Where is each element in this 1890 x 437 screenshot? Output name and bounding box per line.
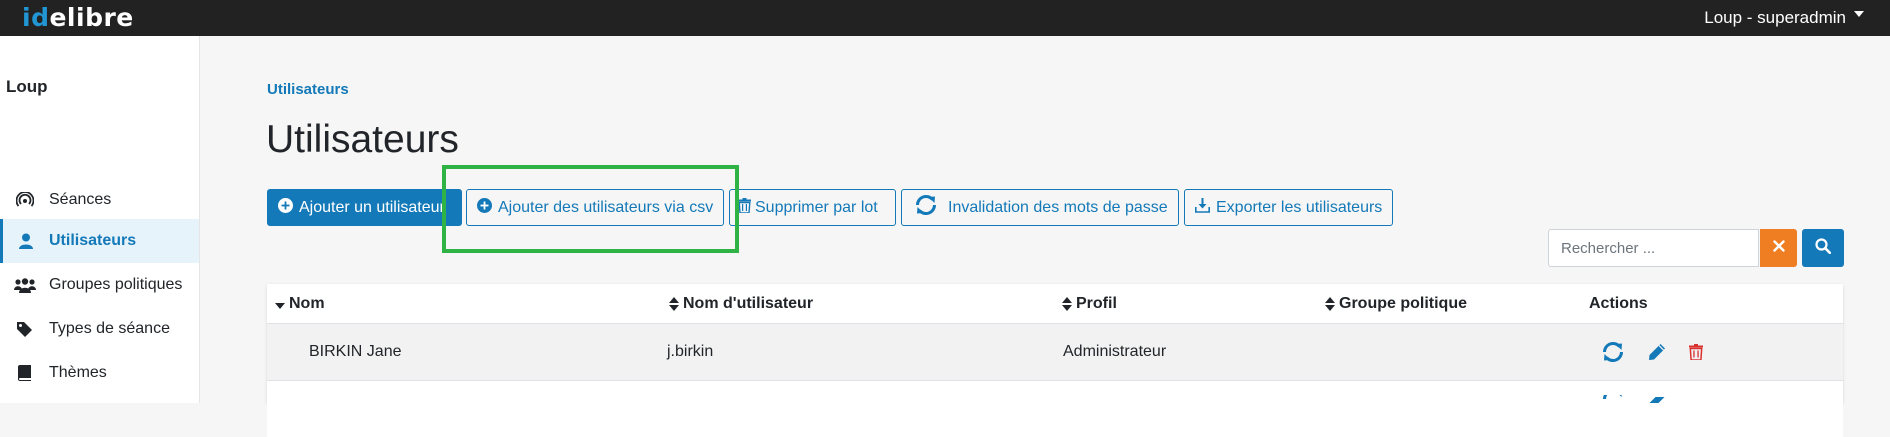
trash-icon[interactable] bbox=[1687, 397, 1705, 403]
table-header: Nom Nom d'utilisateur Profil Groupe poli… bbox=[267, 284, 1843, 324]
trash-icon bbox=[738, 197, 751, 218]
close-icon bbox=[1772, 239, 1785, 257]
delete-batch-button[interactable]: Supprimer par lot bbox=[729, 189, 896, 226]
add-user-label: Ajouter un utilisateur bbox=[299, 198, 445, 216]
search-input[interactable] bbox=[1548, 229, 1759, 267]
pencil-icon[interactable] bbox=[1647, 342, 1667, 362]
column-label: Actions bbox=[1589, 294, 1648, 312]
column-header-actions: Actions bbox=[1589, 284, 1648, 323]
search-button[interactable] bbox=[1802, 229, 1844, 267]
column-header-nom[interactable]: Nom bbox=[275, 284, 325, 323]
column-label: Nom bbox=[289, 294, 325, 312]
trash-icon[interactable] bbox=[1687, 342, 1705, 362]
sort-icon bbox=[1062, 296, 1072, 311]
export-users-button[interactable]: Exporter les utilisateurs bbox=[1184, 189, 1393, 226]
sidebar-item-groupes-politiques[interactable]: Groupes politiques bbox=[0, 263, 199, 307]
table-row bbox=[267, 381, 1843, 437]
pencil-icon[interactable] bbox=[1647, 397, 1667, 403]
sidebar-item-label: Séances bbox=[49, 191, 112, 208]
sidebar-item-themes[interactable]: Thèmes bbox=[0, 351, 199, 395]
column-header-profil[interactable]: Profil bbox=[1062, 284, 1117, 323]
sync-icon[interactable] bbox=[1601, 395, 1625, 403]
search-icon bbox=[1815, 237, 1832, 259]
sync-icon bbox=[914, 194, 938, 221]
plus-circle-icon bbox=[477, 197, 492, 218]
sidebar-item-label: Utilisateurs bbox=[49, 232, 137, 249]
add-users-csv-button[interactable]: Ajouter des utilisateurs via csv bbox=[466, 189, 724, 226]
sidebar-item-label: Types de séance bbox=[49, 320, 170, 337]
user-menu-dropdown[interactable]: Loup - superadmin bbox=[1704, 0, 1864, 36]
export-users-label: Exporter les utilisateurs bbox=[1216, 198, 1383, 216]
cell-profile: Administrateur bbox=[1063, 343, 1167, 360]
logo-suffix: elibre bbox=[49, 3, 134, 32]
sidebar-item-label: Thèmes bbox=[49, 364, 107, 381]
column-header-username[interactable]: Nom d'utilisateur bbox=[669, 284, 813, 323]
column-label: Profil bbox=[1076, 294, 1117, 312]
users-table: Nom Nom d'utilisateur Profil Groupe poli… bbox=[267, 284, 1843, 437]
table-row: BIRKIN Jane j.birkin Administrateur bbox=[267, 324, 1843, 381]
delete-batch-label: Supprimer par lot bbox=[755, 198, 878, 216]
plus-circle-icon bbox=[278, 197, 293, 218]
column-label: Groupe politique bbox=[1339, 294, 1467, 312]
clear-search-button[interactable] bbox=[1760, 229, 1797, 267]
users-group-icon bbox=[0, 277, 49, 293]
sidebar-item-utilisateurs[interactable]: Utilisateurs bbox=[0, 219, 199, 263]
sync-icon[interactable] bbox=[1601, 340, 1625, 364]
column-label: Nom d'utilisateur bbox=[683, 294, 814, 312]
logo-prefix: id bbox=[22, 3, 50, 32]
tag-icon bbox=[0, 321, 49, 337]
cell-username: j.birkin bbox=[667, 343, 714, 360]
sidebar-item-label: Groupes politiques bbox=[49, 276, 183, 293]
sidebar-title: Loup bbox=[6, 77, 48, 96]
top-navbar: idelibre Loup - superadmin bbox=[0, 0, 1890, 36]
sidebar-item-seances[interactable]: Séances bbox=[0, 178, 199, 222]
sidebar: Loup Séances Utilisateurs Groupes politi… bbox=[0, 36, 200, 403]
cell-name: BIRKIN Jane bbox=[309, 343, 402, 360]
podcast-icon bbox=[0, 192, 49, 208]
add-users-csv-label: Ajouter des utilisateurs via csv bbox=[498, 198, 714, 216]
sort-icon bbox=[1325, 296, 1335, 311]
invalidate-passwords-button[interactable]: Invalidation des mots de passe bbox=[901, 189, 1179, 226]
breadcrumb[interactable]: Utilisateurs bbox=[267, 81, 349, 98]
add-user-button[interactable]: Ajouter un utilisateur bbox=[267, 189, 462, 226]
column-header-groupe-politique[interactable]: Groupe politique bbox=[1325, 284, 1467, 323]
app-logo[interactable]: idelibre bbox=[22, 3, 134, 33]
sort-icon bbox=[669, 296, 679, 311]
user-icon bbox=[3, 233, 49, 249]
book-icon bbox=[0, 365, 49, 381]
caret-down-icon bbox=[1854, 11, 1864, 17]
sort-desc-icon bbox=[275, 302, 285, 309]
sidebar-item-types-de-seance[interactable]: Types de séance bbox=[0, 307, 199, 351]
invalidate-passwords-label: Invalidation des mots de passe bbox=[948, 198, 1168, 216]
page-title: Utilisateurs bbox=[266, 118, 459, 161]
download-icon bbox=[1195, 197, 1210, 218]
user-menu-label: Loup - superadmin bbox=[1704, 8, 1846, 27]
